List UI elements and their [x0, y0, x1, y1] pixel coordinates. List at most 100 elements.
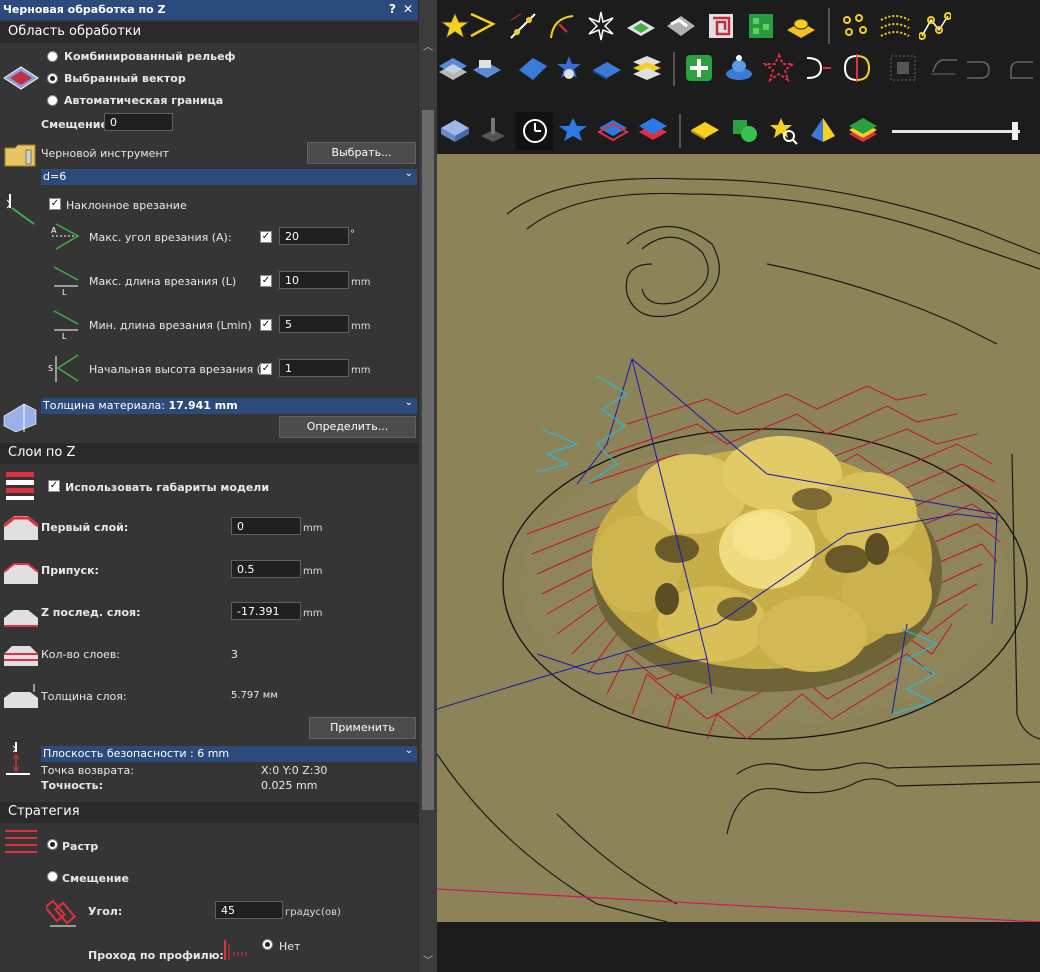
ramp-angle-checkbox[interactable]: ✓ — [260, 231, 272, 243]
close-button[interactable]: ✕ — [403, 2, 413, 16]
ramp-start-height-checkbox[interactable]: ✓ — [260, 363, 272, 375]
vector-area-icon — [3, 66, 39, 90]
3d-viewport[interactable] — [437, 154, 1040, 922]
box-view-icon[interactable] — [439, 114, 471, 146]
angle-input[interactable] — [215, 901, 283, 919]
tool-label: Черновой инструмент — [41, 147, 170, 160]
dim-2-icon[interactable] — [965, 52, 997, 84]
offset-input[interactable] — [104, 113, 173, 131]
clock-icon[interactable] — [519, 114, 551, 146]
dim-3-icon[interactable] — [1003, 52, 1035, 84]
rainbow-icon[interactable] — [847, 114, 879, 146]
use-bounds-checkbox[interactable]: ✓ — [48, 480, 60, 492]
define-material-button[interactable]: Определить... — [279, 416, 416, 438]
profile-radio-none[interactable] — [262, 939, 273, 950]
add-icon[interactable] — [683, 52, 715, 84]
tool-view-icon[interactable] — [477, 114, 509, 146]
flat-relief-icon[interactable] — [591, 52, 623, 84]
ramp-length-checkbox[interactable]: ✓ — [260, 275, 272, 287]
layer-thickness-label: Толщина слоя: — [41, 690, 127, 703]
texture-icon[interactable] — [745, 10, 777, 42]
first-layer-input[interactable] — [231, 517, 301, 535]
toolbar-row-3 — [437, 110, 1040, 154]
layers-blue-icon[interactable] — [597, 114, 629, 146]
select-tool-button[interactable]: Выбрать... — [307, 142, 416, 164]
surface-icon[interactable] — [517, 52, 549, 84]
emboss-icon[interactable] — [625, 10, 657, 42]
toolbar-row-1 — [437, 0, 1040, 48]
weave-icon[interactable] — [665, 8, 697, 40]
ramp-angle-unit: ° — [350, 229, 355, 240]
apply-button[interactable]: Применить — [309, 717, 416, 739]
strategy-option-raster: Растр — [62, 840, 99, 853]
layers-section-header[interactable]: Слои по Z — [0, 443, 418, 464]
workspace — [437, 0, 1040, 972]
star-relief-icon[interactable] — [553, 52, 585, 84]
status-area — [437, 922, 1040, 972]
multicolor-icon[interactable] — [807, 114, 839, 146]
material-value: 17.941 mm — [168, 399, 238, 412]
chevron-down-icon: ⌄ — [404, 745, 413, 756]
strategy-section-header[interactable]: Стратегия — [0, 802, 418, 823]
curve-icon[interactable] — [547, 10, 579, 42]
star-fill-icon[interactable] — [763, 52, 795, 84]
material-thickness-icon — [3, 403, 37, 432]
shapes-icon[interactable] — [729, 114, 761, 146]
ramp-length-icon: L — [53, 266, 79, 296]
toolbar-row-2 — [437, 48, 1040, 90]
ramp-min-length-checkbox[interactable]: ✓ — [260, 319, 272, 331]
tiles-icon[interactable] — [705, 10, 737, 42]
relief-icon[interactable] — [785, 10, 817, 42]
tool-dropdown-value: d=6 — [43, 170, 67, 183]
bezier-arrow-icon[interactable] — [467, 10, 499, 42]
material-dropdown[interactable]: Толщина материала: 17.941 mm ⌄ — [41, 397, 417, 414]
last-layer-input[interactable] — [231, 602, 301, 620]
star-zoom-icon[interactable] — [767, 114, 799, 146]
node-edit-icon[interactable] — [507, 10, 539, 42]
diamond-icon[interactable] — [689, 114, 721, 146]
zoom-slider-handle[interactable] — [1012, 122, 1018, 140]
grid-icon[interactable] — [887, 52, 919, 84]
star-shape-icon[interactable] — [585, 10, 617, 42]
area-section-header[interactable]: Область обработки — [0, 22, 418, 43]
area-radio-auto[interactable] — [47, 95, 58, 106]
allowance-input[interactable] — [231, 560, 301, 578]
ramp-angle-input[interactable] — [279, 227, 349, 245]
ramp-checkbox[interactable]: ✓ — [49, 198, 61, 210]
toolbar-divider — [828, 8, 830, 44]
layers-icon[interactable] — [631, 52, 663, 84]
scrollbar-thumb[interactable] — [422, 110, 434, 810]
tool-dropdown[interactable]: d=6 ⌄ — [41, 168, 417, 185]
spin-icon[interactable] — [723, 52, 755, 84]
angle-unit: градус(ов) — [285, 907, 341, 918]
help-button[interactable]: ? — [389, 2, 396, 16]
return-point-value: X:0 Y:0 Z:30 — [261, 764, 328, 777]
half-circle-icon[interactable] — [841, 52, 873, 84]
ramp-length-input[interactable] — [279, 271, 349, 289]
dim-1-icon[interactable] — [927, 52, 959, 84]
polyline-icon[interactable] — [919, 10, 951, 42]
safety-plane-dropdown[interactable]: Плоскость безопасности : 6 mm ⌄ — [41, 745, 417, 762]
scroll-down-icon[interactable]: ﹀ — [423, 952, 433, 967]
toolbar-divider — [673, 52, 675, 86]
strategy-radio-raster[interactable] — [47, 839, 58, 850]
extrude-icon[interactable] — [471, 52, 503, 84]
area-radio-vector[interactable] — [47, 73, 58, 84]
ramp-start-height-input[interactable] — [279, 359, 349, 377]
ramp-start-height-label: Начальная высота врезания (S) — [89, 363, 273, 376]
layers-red-icon[interactable] — [637, 114, 669, 146]
points-icon[interactable] — [839, 10, 871, 42]
layers-icon — [6, 472, 34, 500]
mirror-icon[interactable] — [801, 52, 833, 84]
strategy-radio-offset[interactable] — [47, 871, 58, 882]
star-blue-icon[interactable] — [557, 114, 589, 146]
ramp-min-length-input[interactable] — [279, 315, 349, 333]
ramp-length-unit: mm — [351, 277, 371, 288]
panel-scrollbar[interactable]: ︿ ﹀ — [418, 0, 437, 972]
area-radio-combined[interactable] — [47, 51, 58, 62]
use-bounds-label: Использовать габариты модели — [65, 481, 270, 494]
dotted-lines-icon[interactable] — [879, 10, 911, 42]
reliefs-stack-icon[interactable] — [437, 52, 469, 84]
zoom-slider-track[interactable] — [892, 130, 1020, 133]
scroll-up-icon[interactable]: ︿ — [423, 38, 433, 53]
